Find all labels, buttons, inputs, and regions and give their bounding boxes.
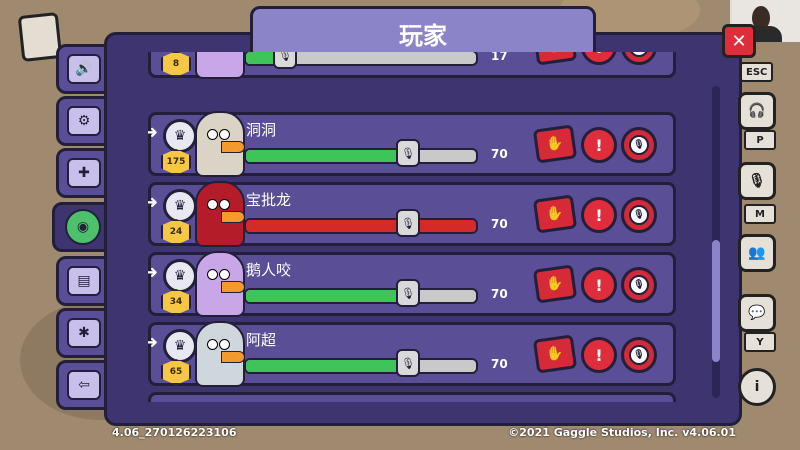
kick-button[interactable]: ✋ (532, 52, 578, 66)
player-name: 阿超 (246, 331, 277, 349)
scrollbar-thumb[interactable] (712, 240, 720, 362)
headphones-icon[interactable]: 🎧 (738, 92, 776, 130)
level-badge: 175 (161, 149, 191, 175)
esc-key: ESC (740, 62, 774, 82)
m-key: M (744, 204, 776, 224)
report-button[interactable]: ! (581, 52, 617, 65)
volume-fill (246, 150, 407, 162)
player-avatar (195, 181, 245, 247)
volume-fill (246, 220, 476, 232)
volume-slider[interactable] (244, 288, 478, 304)
volume-slider[interactable] (244, 148, 478, 164)
volume-knob[interactable]: 🎙 (396, 209, 420, 237)
player-avatar (195, 321, 245, 387)
player-row: ➜ ♛ 65 阿超 🎙 70 ✋ ! 🎙 (148, 321, 676, 387)
report-button[interactable]: ! (581, 197, 617, 233)
level-badge: 24 (161, 219, 191, 245)
p-key: P (744, 130, 776, 150)
mute-button[interactable]: 🎙 (621, 197, 657, 233)
player-row-partial-bottom (148, 392, 676, 402)
goose-face-icon: ◉ (65, 209, 101, 245)
volume-value: 70 (491, 357, 508, 371)
report-button[interactable]: ! (581, 127, 617, 163)
id-card-icon: ▤ (67, 266, 101, 296)
player-row-partial: 8 🎙 17 ✋ ! 🎙 (148, 52, 676, 79)
mic-off-icon: 🎙 (629, 205, 649, 225)
report-button[interactable]: ! (581, 337, 617, 373)
mute-button[interactable]: 🎙 (621, 267, 657, 303)
kick-button[interactable]: ✋ (532, 264, 578, 304)
volume-value: 17 (491, 52, 508, 63)
volume-knob[interactable]: 🎙 (396, 349, 420, 377)
volume-fill (246, 290, 407, 302)
volume-slider[interactable] (244, 358, 478, 374)
mute-button[interactable]: 🎙 (621, 127, 657, 163)
kick-button[interactable]: ✋ (532, 194, 578, 234)
mic-off-icon: 🎙 (629, 345, 649, 365)
kick-button[interactable]: ✋ (532, 334, 578, 374)
player-list: 8 🎙 17 ✋ ! 🎙 ➜ ♛ 175 洞洞 🎙 70 ✋ ! 🎙 ➜ ♛ 2… (148, 52, 676, 402)
host-crown-icon[interactable]: ♛ (163, 119, 197, 153)
exit-icon: ⇦ (67, 370, 101, 400)
volume-knob[interactable]: 🎙 (396, 279, 420, 307)
player-name: 宝批龙 (246, 191, 292, 209)
player-row: ➜ ♛ 175 洞洞 🎙 70 ✋ ! 🎙 (148, 111, 676, 177)
gamepad-icon: ✚ (67, 158, 101, 188)
player-avatar (195, 111, 245, 177)
player-avatar (195, 52, 245, 79)
volume-value: 70 (491, 287, 508, 301)
info-icon[interactable]: i (738, 368, 776, 406)
volume-knob[interactable]: 🎙 (273, 52, 297, 69)
monitor-icon: ⚙ (67, 106, 101, 136)
player-row: ➜ ♛ 24 宝批龙 🎙 70 ✋ ! 🎙 (148, 181, 676, 247)
level-badge: 65 (161, 359, 191, 385)
mic-off-icon: 🎙 (629, 275, 649, 295)
y-key: Y (744, 332, 776, 352)
microphone-icon[interactable]: 🎙 (738, 162, 776, 200)
bug-icon: ✱ (67, 318, 101, 348)
mute-button[interactable]: 🎙 (621, 337, 657, 373)
volume-slider[interactable] (244, 218, 478, 234)
speaker-icon: 🔊 (67, 54, 101, 84)
host-crown-icon[interactable]: ♛ (163, 259, 197, 293)
player-row: ➜ ♛ 34 鹅人咬 🎙 70 ✋ ! 🎙 (148, 251, 676, 317)
player-name: 鹅人咬 (246, 261, 292, 279)
chat-icon[interactable]: 💬 (738, 294, 776, 332)
mute-button[interactable]: 🎙 (621, 52, 657, 65)
volume-fill (246, 360, 407, 372)
kick-button[interactable]: ✋ (532, 124, 578, 164)
player-name: 洞洞 (246, 121, 277, 139)
volume-knob[interactable]: 🎙 (396, 139, 420, 167)
volume-value: 70 (491, 147, 508, 161)
volume-value: 70 (491, 217, 508, 231)
close-icon[interactable]: ✕ (722, 24, 756, 58)
copyright-text: ©2021 Gaggle Studios, Inc. v4.06.01 (508, 426, 736, 439)
host-crown-icon[interactable]: ♛ (163, 329, 197, 363)
level-badge: 34 (161, 289, 191, 315)
mic-off-icon: 🎙 (629, 52, 649, 57)
player-avatar (195, 251, 245, 317)
level-badge: 8 (161, 52, 191, 77)
report-button[interactable]: ! (581, 267, 617, 303)
build-version: 4.06_270126223106 (112, 426, 237, 439)
mic-off-icon: 🎙 (629, 135, 649, 155)
host-crown-icon[interactable]: ♛ (163, 189, 197, 223)
players-icon[interactable]: 👥 (738, 234, 776, 272)
